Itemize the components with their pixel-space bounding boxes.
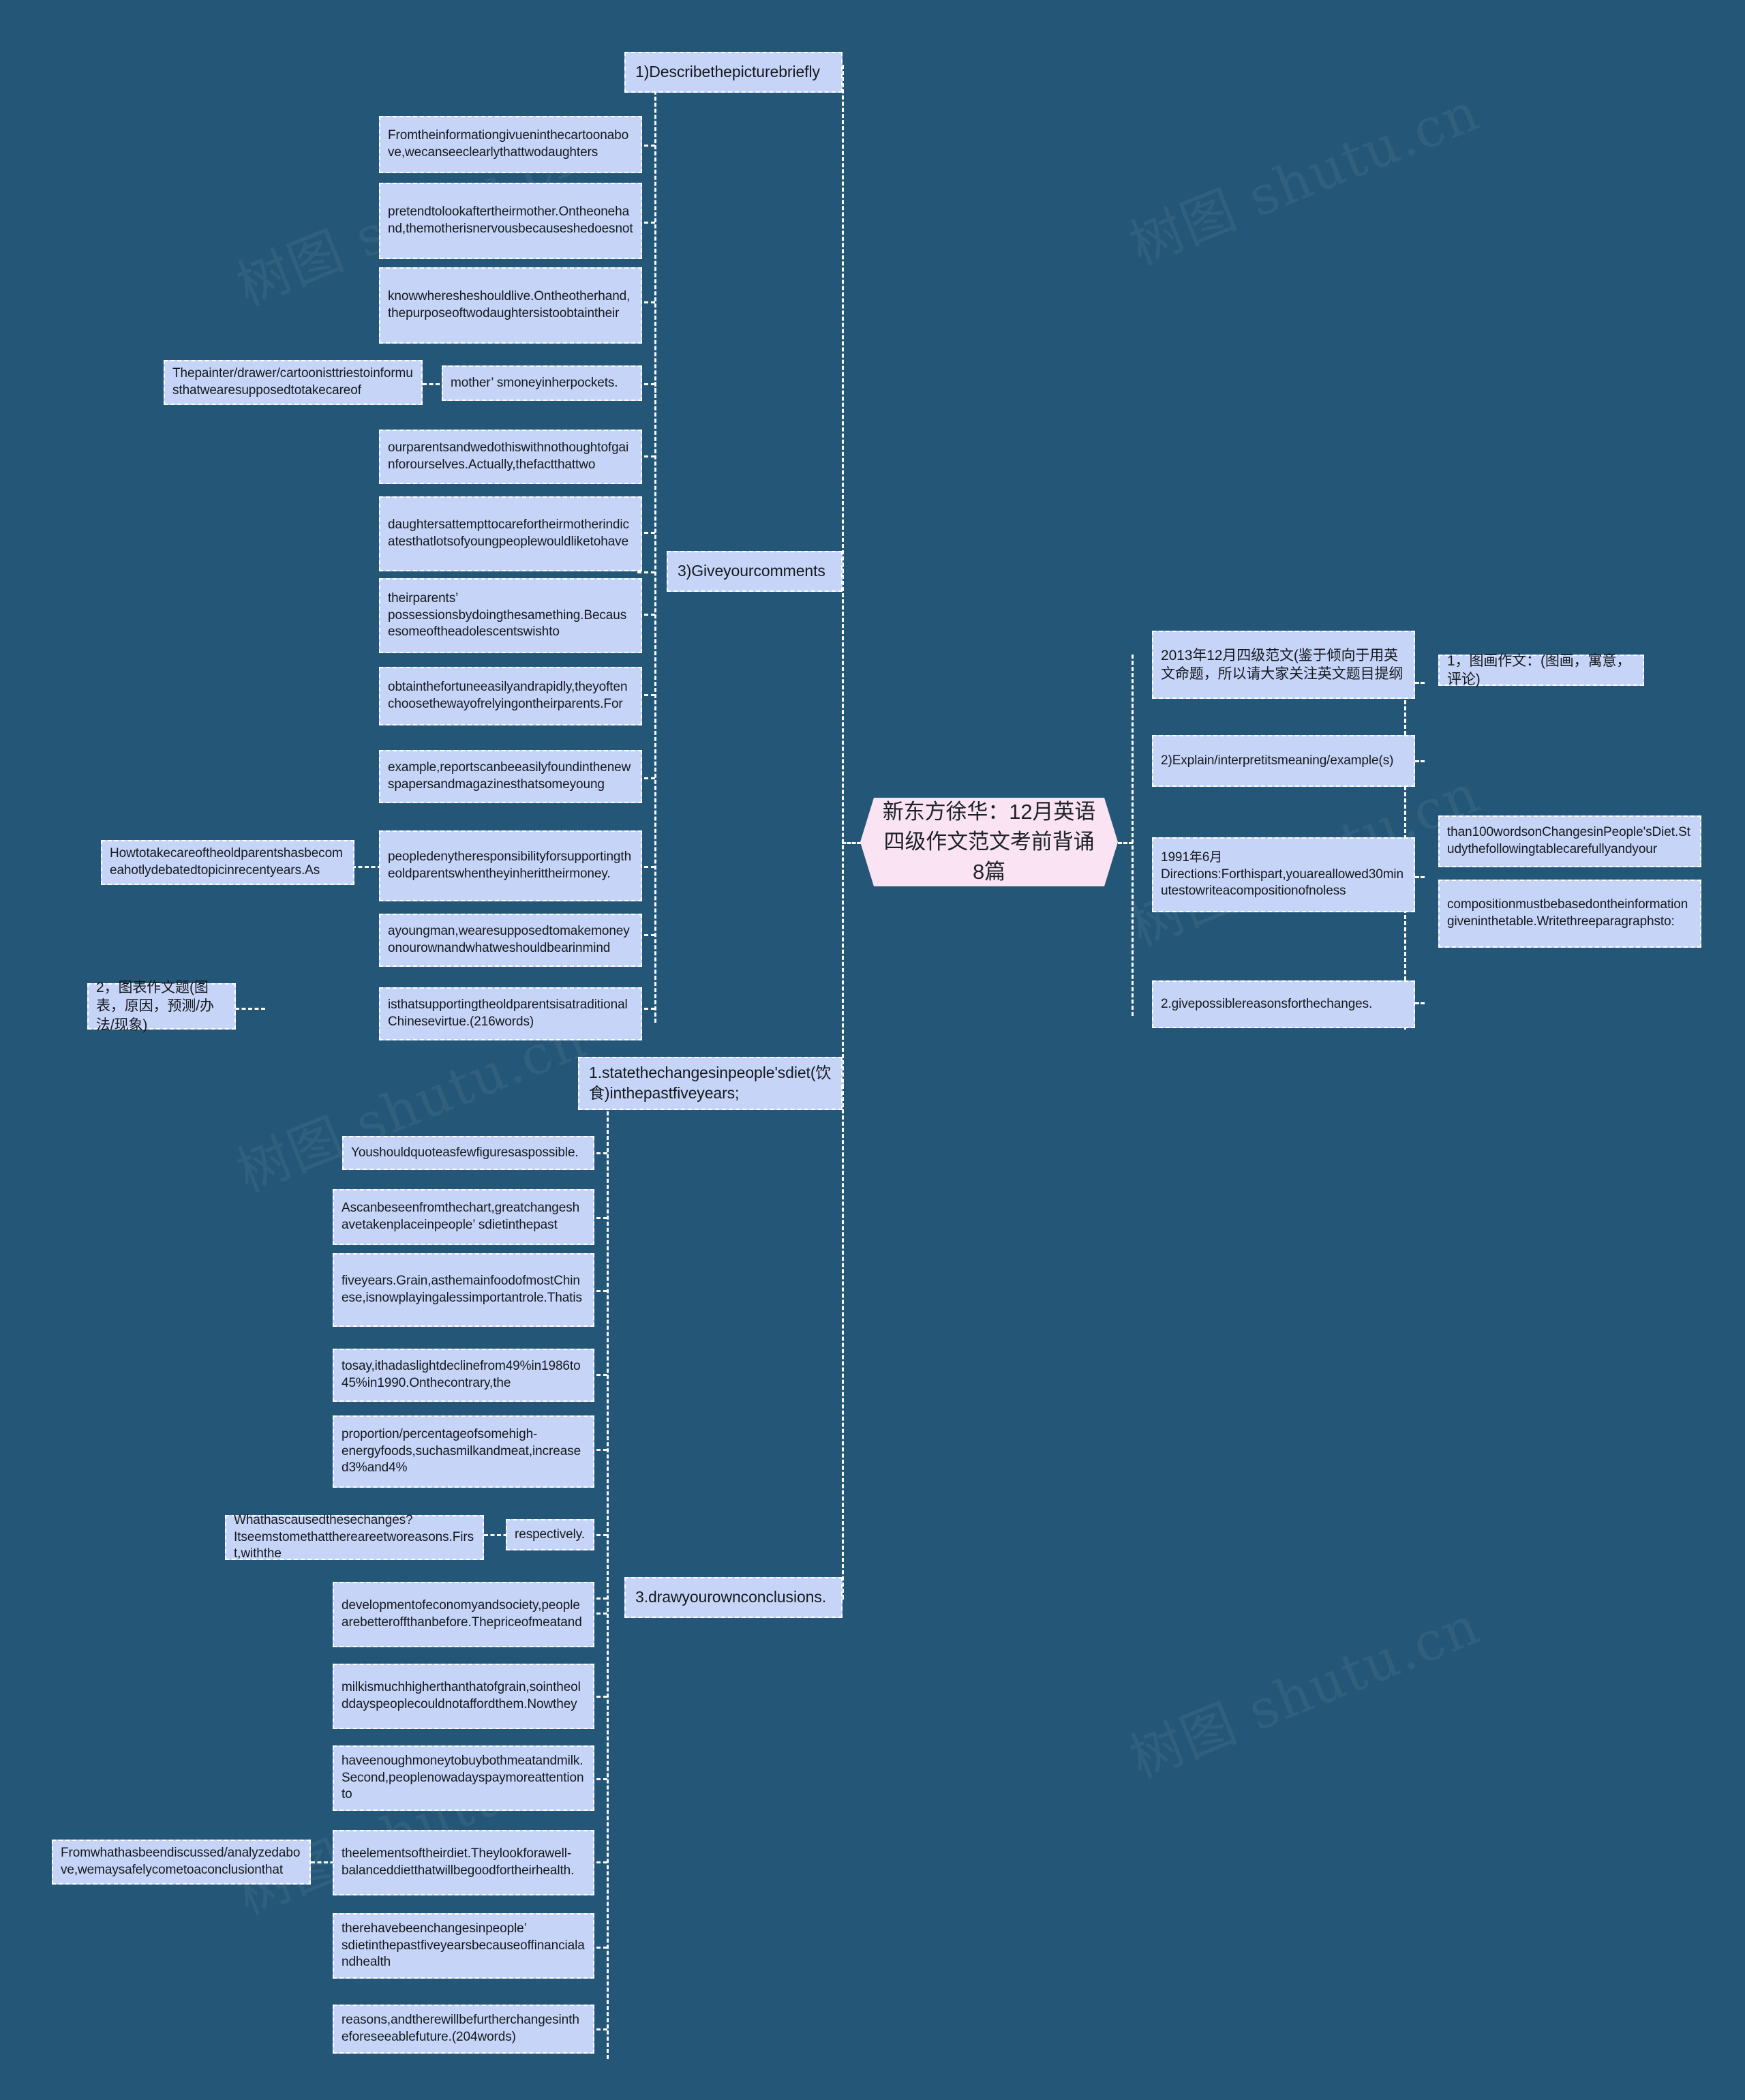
node-text: Ascanbeseenfromthechart,greatchangeshave… bbox=[342, 1201, 580, 1232]
mindmap-canvas: 树图 shutu.cn 树图 shutu.cn 树图 shutu.cn 树图 s… bbox=[0, 0, 1745, 2100]
connector-bottom-spine bbox=[607, 1111, 609, 2059]
branch-state-changes[interactable]: 1.statethechangesinpeople'sdiet(饮食)inthe… bbox=[578, 1057, 843, 1110]
node-text: respectively. bbox=[515, 1527, 585, 1542]
list-item[interactable]: reasons,andtherewillbefurtherchangesinth… bbox=[333, 2005, 594, 2054]
far-right-list-item[interactable]: compositionmustbebasedontheinformationgi… bbox=[1438, 880, 1701, 948]
node-text: obtainthefortuneeasilyandrapidly,theyoft… bbox=[388, 680, 628, 711]
right-list-item[interactable]: 2013年12月四级范文(鉴于倾向于用英文命题，所以请大家关注英文题目提纲 bbox=[1152, 631, 1415, 699]
node-text: 2，图表作文题(图表，原因，预测/办法/现象) bbox=[96, 980, 214, 1033]
connector-describe-spine bbox=[654, 72, 656, 393]
branch-describe-picture[interactable]: 1)Describethepicturebriefly bbox=[624, 52, 843, 93]
list-item[interactable]: Fromtheinformationgivueninthecartoonabov… bbox=[379, 116, 642, 173]
node-text: theelementsoftheirdiet.Theylookforawell-… bbox=[342, 1846, 575, 1878]
center-node-title: 新东方徐华：12月英语四级作文范文考前背诵8篇 bbox=[882, 799, 1096, 884]
node-text: tosay,ithadaslightdeclinefrom49%in1986to… bbox=[342, 1359, 581, 1390]
list-item[interactable]: tosay,ithadaslightdeclinefrom49%in1986to… bbox=[333, 1349, 594, 1402]
node-text: Fromtheinformationgivueninthecartoonabov… bbox=[388, 128, 629, 160]
connector-comments-spine bbox=[654, 382, 656, 1023]
connector-center-right-trunk bbox=[1132, 655, 1134, 1016]
list-item[interactable]: example,reportscanbeeasilyfoundinthenews… bbox=[379, 750, 642, 803]
list-item[interactable]: peopledenytheresponsibilityforsupporting… bbox=[379, 830, 642, 901]
list-item[interactable]: developmentofeconomyandsociety,peopleare… bbox=[333, 1582, 594, 1647]
list-item[interactable]: therehavebeenchangesinpeople’ sdietinthe… bbox=[333, 1913, 594, 1979]
node-text: than100wordsonChangesinPeople'sDiet.Stud… bbox=[1447, 825, 1690, 856]
final-conclusion-node[interactable]: Fromwhathasbeendiscussed/analyzedabove,w… bbox=[52, 1840, 311, 1885]
list-item[interactable]: ourparentsandwedothiswithnothoughtofgain… bbox=[379, 430, 642, 484]
list-item[interactable]: pretendtolookaftertheirmother.Ontheoneha… bbox=[379, 183, 642, 259]
node-text: compositionmustbebasedontheinformationgi… bbox=[1447, 897, 1688, 929]
list-item[interactable]: obtainthefortuneeasilyandrapidly,theyoft… bbox=[379, 667, 642, 725]
chart-topic-node[interactable]: 2，图表作文题(图表，原因，预测/办法/现象) bbox=[87, 980, 236, 1033]
right-list-item[interactable]: 2)Explain/interpretitsmeaning/example(s) bbox=[1152, 735, 1415, 787]
list-item[interactable]: fiveyears.Grain,asthemainfoodofmostChine… bbox=[333, 1253, 594, 1327]
connector-chart-topic-link bbox=[235, 1008, 265, 1010]
branch-give-comments[interactable]: 3)Giveyourcomments bbox=[667, 551, 843, 592]
center-node[interactable]: 新东方徐华：12月英语四级作文范文考前背诵8篇 bbox=[860, 798, 1118, 886]
connector-center-left-stub bbox=[842, 842, 861, 844]
branch-draw-conclusions[interactable]: 3.drawyourownconclusions. bbox=[624, 1577, 843, 1618]
node-text: pretendtolookaftertheirmother.Ontheoneha… bbox=[388, 205, 633, 236]
far-right-list-item[interactable]: 1，图画作文：(图画，寓意，评论) bbox=[1438, 652, 1644, 687]
node-text: Youshouldquoteasfewfiguresaspossible. bbox=[351, 1145, 579, 1160]
branch-label: 1)Describethepicturebriefly bbox=[635, 63, 820, 81]
node-text: daughtersattempttocarefortheirmotherindi… bbox=[388, 518, 629, 549]
watermark: 树图 shutu.cn bbox=[1121, 1594, 1489, 1791]
node-text: milkismuchhigherthanthatofgrain,sointheo… bbox=[342, 1680, 581, 1711]
list-item[interactable]: haveenoughmoneytobuybothmeatandmilk.Seco… bbox=[333, 1745, 594, 1811]
node-text: Fromwhathasbeendiscussed/analyzedabove,w… bbox=[61, 1846, 301, 1877]
whatcaused-node[interactable]: Whathascausedthesechanges?Itseemstometha… bbox=[225, 1512, 484, 1561]
connector-comments-in bbox=[637, 571, 655, 573]
node-text: ourparentsandwedothiswithnothoughtofgain… bbox=[388, 440, 629, 472]
node-text: example,reportscanbeeasilyfoundinthenews… bbox=[388, 760, 631, 792]
node-text: peopledenytheresponsibilityforsupporting… bbox=[388, 850, 632, 881]
node-text: knowwheresheshouldlive.Ontheotherhand,th… bbox=[388, 289, 631, 320]
list-item[interactable]: isthatsupportingtheoldparentsisatraditio… bbox=[379, 987, 642, 1040]
node-text: 2)Explain/interpretitsmeaning/example(s) bbox=[1161, 753, 1394, 768]
node-text: haveenoughmoneytobuybothmeatandmilk.Seco… bbox=[342, 1753, 584, 1802]
connector-howto-link bbox=[352, 866, 382, 868]
branch-label: 1.statethechangesinpeople'sdiet(饮食)inthe… bbox=[589, 1064, 832, 1102]
respectively-node[interactable]: respectively. bbox=[506, 1519, 594, 1550]
node-text: mother’ smoneyinherpockets. bbox=[451, 375, 618, 390]
node-text: Whathascausedthesechanges?Itseemstometha… bbox=[234, 1512, 474, 1561]
node-text: reasons,andtherewillbefurtherchangesinth… bbox=[342, 2013, 579, 2044]
list-item[interactable]: daughtersattempttocarefortheirmotherindi… bbox=[379, 496, 642, 571]
node-text: therehavebeenchangesinpeople’ sdietinthe… bbox=[342, 1921, 585, 1970]
node-text: ayoungman,wearesupposedtomakemoneyonouro… bbox=[388, 924, 630, 955]
node-text: theirparents’ possessionsbydoingthesamet… bbox=[388, 590, 627, 640]
list-item[interactable]: ayoungman,wearesupposedtomakemoneyonouro… bbox=[379, 914, 642, 967]
list-item[interactable]: theelementsoftheirdiet.Theylookforawell-… bbox=[333, 1830, 594, 1895]
howto-node[interactable]: Howtotakecareoftheoldparentshasbecomeaho… bbox=[101, 840, 354, 885]
node-text: 1，图画作文：(图画，寓意，评论) bbox=[1447, 652, 1631, 687]
right-list-item[interactable]: 1991年6月Directions:Forthispart,youareallo… bbox=[1152, 837, 1415, 912]
far-right-list-item[interactable]: than100wordsonChangesinPeople'sDiet.Stud… bbox=[1438, 815, 1701, 867]
branch-label: 3)Giveyourcomments bbox=[678, 562, 825, 580]
node-text: 1991年6月Directions:Forthispart,youareallo… bbox=[1161, 850, 1404, 899]
node-text: isthatsupportingtheoldparentsisatraditio… bbox=[388, 997, 628, 1029]
list-item[interactable]: Ascanbeseenfromthechart,greatchangeshave… bbox=[333, 1189, 594, 1245]
list-item[interactable]: proportion/percentageofsomehigh-energyfo… bbox=[333, 1415, 594, 1488]
right-list-item[interactable]: 2.givepossiblereasonsforthechanges. bbox=[1152, 980, 1415, 1028]
node-text: fiveyears.Grain,asthemainfoodofmostChine… bbox=[342, 1274, 582, 1305]
list-item[interactable]: mother’ smoneyinherpockets. bbox=[442, 365, 642, 401]
node-text: Thepainter/drawer/cartoonisttriestoinfor… bbox=[172, 366, 413, 397]
branch-label: 3.drawyourownconclusions. bbox=[635, 1588, 827, 1606]
node-text: Howtotakecareoftheoldparentshasbecomeaho… bbox=[110, 846, 343, 877]
list-item[interactable]: theirparents’ possessionsbydoingthesamet… bbox=[379, 578, 642, 653]
painter-node[interactable]: Thepainter/drawer/cartoonisttriestoinfor… bbox=[164, 360, 423, 405]
node-text: proportion/percentageofsomehigh-energyfo… bbox=[342, 1426, 581, 1475]
connector-center-left-trunk bbox=[842, 65, 844, 1599]
list-item[interactable]: knowwheresheshouldlive.Ontheotherhand,th… bbox=[379, 267, 642, 344]
node-text: 2013年12月四级范文(鉴于倾向于用英文命题，所以请大家关注英文题目提纲 bbox=[1161, 647, 1403, 682]
list-item[interactable]: milkismuchhigherthanthatofgrain,sointheo… bbox=[333, 1664, 594, 1729]
watermark: 树图 shutu.cn bbox=[1121, 80, 1489, 278]
list-item[interactable]: Youshouldquoteasfewfiguresaspossible. bbox=[342, 1136, 594, 1170]
node-text: 2.givepossiblereasonsforthechanges. bbox=[1161, 996, 1373, 1011]
node-text: developmentofeconomyandsociety,peopleare… bbox=[342, 1598, 582, 1630]
